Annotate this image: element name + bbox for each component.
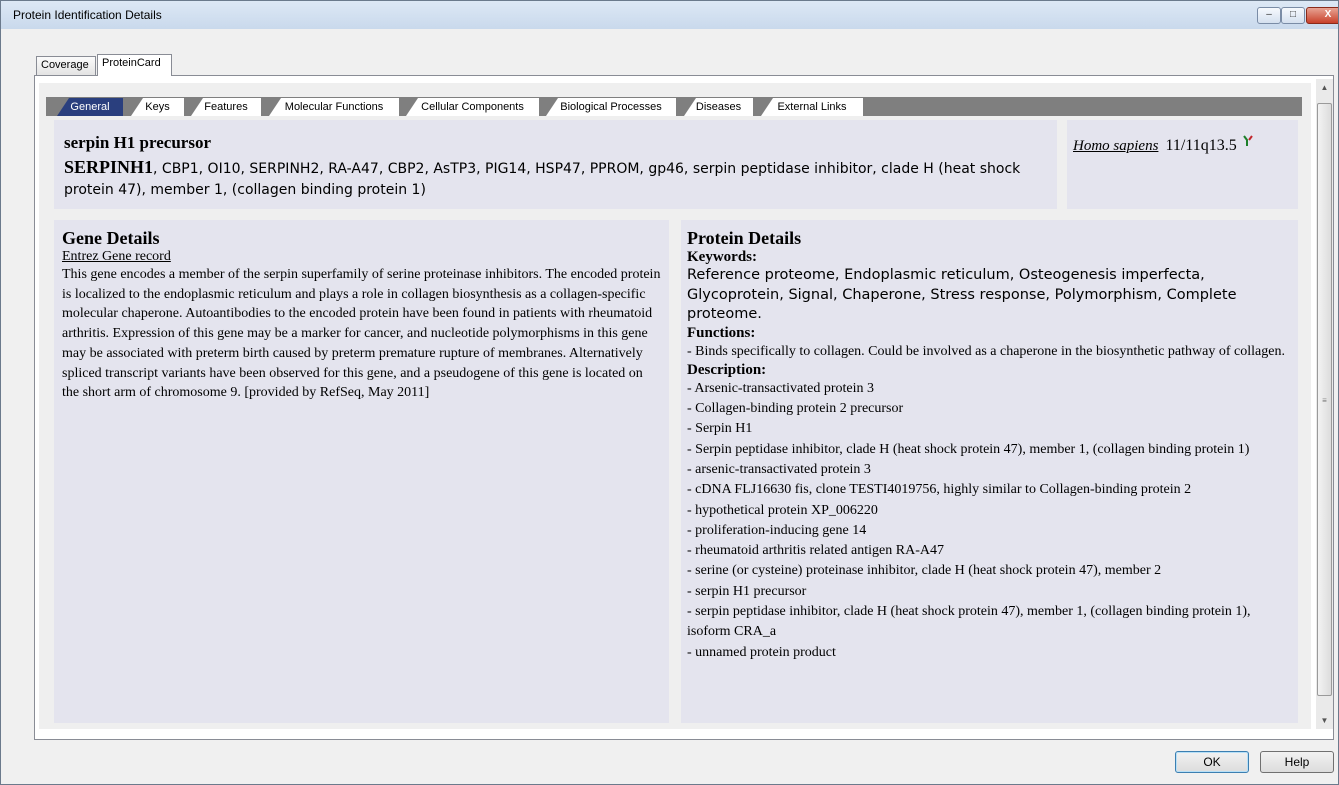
description-item: - Serpin peptidase inhibitor, clade H (h… bbox=[687, 441, 1250, 457]
functions-label: Functions: bbox=[687, 324, 756, 341]
keywords-list: Reference proteome, Endoplasmic reticulu… bbox=[687, 267, 1237, 322]
protein-details-title: Protein Details bbox=[687, 228, 802, 248]
scroll-up-icon[interactable]: ▲ bbox=[1316, 79, 1333, 96]
tab-diseases[interactable]: Diseases bbox=[684, 98, 753, 116]
description-item: - serine (or cysteine) proteinase inhibi… bbox=[687, 563, 1162, 579]
protein-header-card: serpin H1 precursor SERPINH1, CBP1, OI10… bbox=[54, 120, 1057, 209]
organism-link[interactable]: Homo sapiens bbox=[1073, 138, 1158, 154]
title-bar[interactable]: Protein Identification Details – □ X bbox=[1, 1, 1338, 29]
window-title: Protein Identification Details bbox=[13, 8, 162, 22]
gene-aliases: SERPINH1, CBP1, OI10, SERPINH2, RA-A47, … bbox=[64, 157, 1047, 201]
description-item: - proliferation-inducing gene 14 bbox=[687, 522, 867, 538]
protein-identification-window: Protein Identification Details – □ X Cov… bbox=[0, 0, 1339, 785]
description-item: - serpin peptidase inhibitor, clade H (h… bbox=[687, 604, 1251, 640]
tab-biological-processes[interactable]: Biological Processes bbox=[546, 98, 676, 116]
chromosome-location: 11/11q13.5 bbox=[1165, 137, 1237, 154]
tab-molecular-functions[interactable]: Molecular Functions bbox=[269, 98, 399, 116]
description-item: - Arsenic-transactivated protein 3 bbox=[687, 380, 874, 396]
description-label: Description: bbox=[687, 361, 767, 378]
tab-features[interactable]: Features bbox=[191, 98, 261, 116]
description-item: - Collagen-binding protein 2 precursor bbox=[687, 401, 904, 417]
gene-symbol: SERPINH1 bbox=[64, 157, 154, 177]
entrez-gene-link[interactable]: Entrez Gene record bbox=[62, 249, 661, 265]
protein-name: serpin H1 precursor bbox=[64, 133, 212, 152]
description-item: - arsenic-transactivated protein 3 bbox=[687, 461, 871, 477]
description-item: - rheumatoid arthritis related antigen R… bbox=[687, 543, 944, 559]
description-item: - cDNA FLJ16630 fis, clone TESTI4019756,… bbox=[687, 482, 1192, 498]
gene-details-panel: Gene Details Entrez Gene record This gen… bbox=[54, 220, 669, 723]
tab-coverage[interactable]: Coverage bbox=[36, 56, 96, 75]
tab-external-links[interactable]: External Links bbox=[761, 98, 863, 116]
gene-details-title: Gene Details bbox=[62, 228, 160, 248]
organism-card: Homo sapiens 11/11q13.5 bbox=[1067, 120, 1298, 209]
vertical-scrollbar[interactable]: ▲ ≡ ▼ bbox=[1316, 79, 1333, 729]
close-icon[interactable]: X bbox=[1306, 7, 1338, 24]
description-item: - Serpin H1 bbox=[687, 421, 753, 437]
maximize-icon[interactable]: □ bbox=[1281, 7, 1305, 24]
functions-text: - Binds specifically to collagen. Could … bbox=[687, 343, 1285, 359]
gene-summary: This gene encodes a member of the serpin… bbox=[62, 267, 661, 401]
help-button[interactable]: Help bbox=[1260, 751, 1334, 773]
chromosome-icon[interactable] bbox=[1243, 135, 1253, 147]
tab-cellular-components[interactable]: Cellular Components bbox=[406, 98, 539, 116]
alias-list: , CBP1, OI10, SERPINH2, RA-A47, CBP2, As… bbox=[64, 161, 1021, 198]
tab-proteincard[interactable]: ProteinCard bbox=[97, 54, 172, 76]
protein-details-panel: Protein Details Keywords: Reference prot… bbox=[681, 220, 1298, 723]
scroll-down-icon[interactable]: ▼ bbox=[1316, 712, 1333, 729]
description-item: - hypothetical protein XP_006220 bbox=[687, 502, 878, 518]
minimize-icon[interactable]: – bbox=[1257, 7, 1281, 24]
keywords-label: Keywords: bbox=[687, 249, 757, 265]
scroll-thumb[interactable]: ≡ bbox=[1317, 103, 1332, 696]
ok-button[interactable]: OK bbox=[1175, 751, 1249, 773]
description-item: - serpin H1 precursor bbox=[687, 583, 807, 599]
description-item: - unnamed protein product bbox=[687, 644, 836, 660]
